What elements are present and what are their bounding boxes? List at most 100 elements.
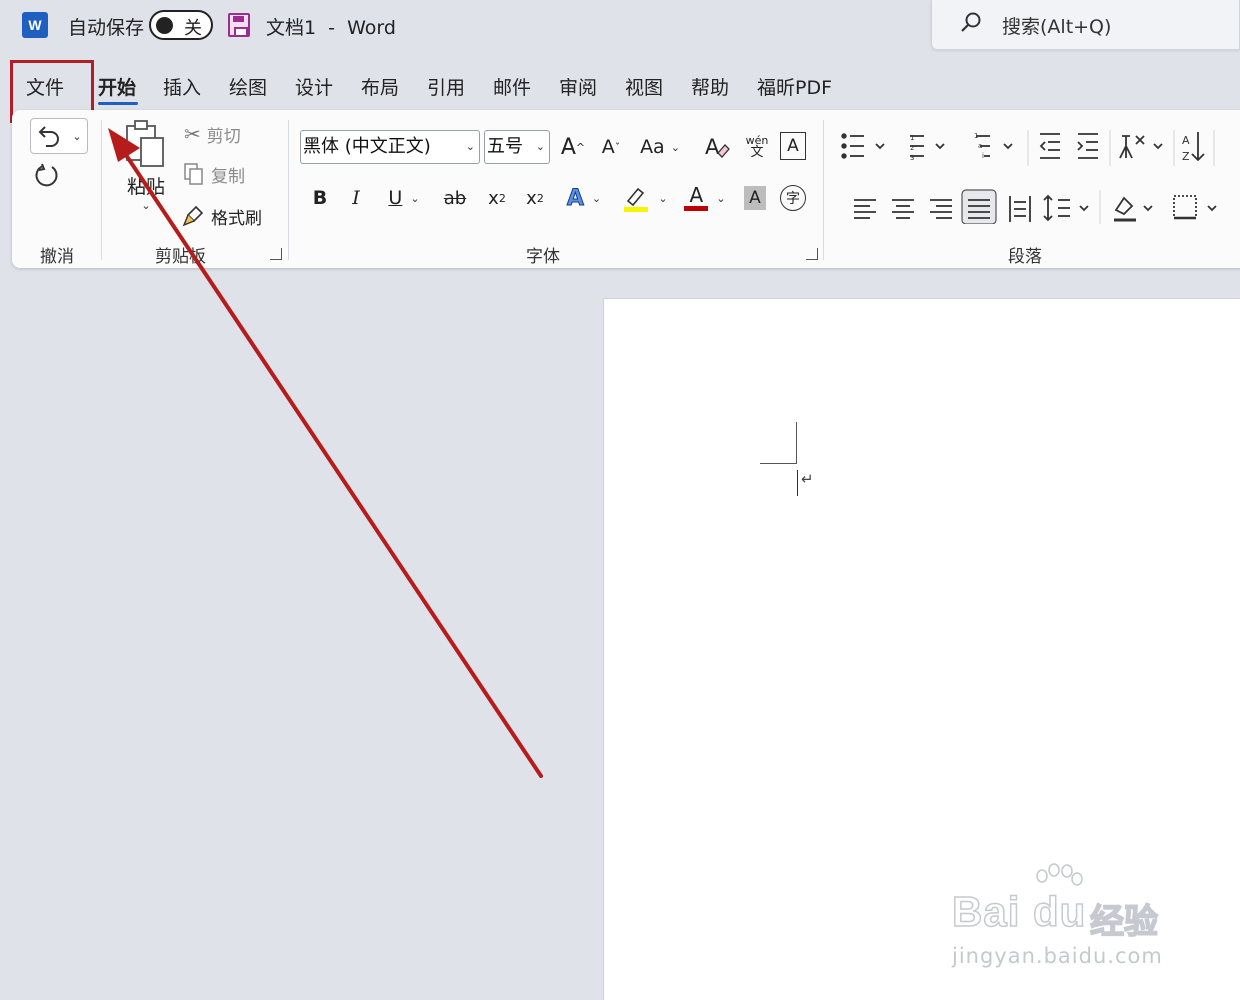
text-effects-icon: A [566, 185, 584, 211]
autosave-state: 关 [184, 18, 202, 39]
sort-icon [1191, 132, 1205, 162]
chevron-down-icon: ⌄ [72, 129, 82, 143]
tab-draw[interactable]: 绘图 [229, 74, 267, 104]
redo-icon [35, 163, 58, 187]
group-divider [288, 120, 289, 260]
search-icon [961, 12, 981, 32]
save-icon[interactable] [228, 13, 250, 37]
word-app-icon: W [22, 12, 48, 38]
numbering-icon [910, 135, 945, 157]
chevron-down-icon: ⌄ [716, 191, 726, 205]
bold-icon: B [312, 187, 328, 209]
group-label-clipboard: 剪贴板 [155, 247, 206, 267]
change-case-icon: Aa [640, 136, 665, 158]
highlighter-icon [624, 187, 649, 212]
ribbon: ⌄ 撤消 粘贴 ⌄ ✂ 剪切 复制 格式刷 剪贴板 黑体 (中文正文) ⌄ 五号… [12, 110, 1240, 268]
font-dialog-launcher-icon[interactable] [806, 248, 818, 260]
clear-formatting-icon: A [705, 135, 730, 159]
tab-home[interactable]: 开始 [98, 74, 136, 104]
align-left-icon [854, 199, 876, 219]
clipboard-dialog-launcher-icon[interactable] [270, 248, 282, 260]
search-box[interactable]: 搜索(Alt+Q) [931, 0, 1240, 50]
svg-text:i: i [982, 152, 984, 160]
chinese-layout-icon [1119, 135, 1163, 159]
underline-icon: U [388, 187, 403, 209]
clear-formatting-button[interactable]: A [700, 130, 734, 164]
character-shading-button[interactable]: A [744, 186, 766, 210]
autosave-toggle[interactable]: 关 [149, 10, 213, 40]
search-placeholder: 搜索(Alt+Q) [1002, 16, 1112, 38]
bullets-icon [841, 133, 885, 159]
copy-icon [184, 163, 203, 185]
chevron-down-icon: ⌄ [465, 140, 475, 153]
paste-button[interactable]: 粘贴 ⌄ [116, 118, 176, 228]
subscript-icon: x [488, 187, 499, 209]
watermark-logo: Bai du [951, 887, 1087, 936]
subscript-button[interactable]: x2 [482, 182, 512, 214]
enclose-characters-button[interactable]: 字 [780, 185, 806, 211]
cut-button[interactable]: ✂ 剪切 [184, 120, 241, 148]
autosave-label: 自动保存 [68, 17, 145, 39]
phonetic-guide-button[interactable]: wén 文 [740, 130, 774, 164]
active-tab-indicator [98, 102, 138, 105]
shrink-font-button[interactable]: Aˇ [594, 130, 628, 164]
tab-references[interactable]: 引用 [427, 74, 465, 104]
group-divider [101, 120, 102, 260]
text-effects-button[interactable]: A ⌄ [560, 182, 608, 214]
svg-text:Z: Z [1182, 150, 1190, 163]
italic-button[interactable]: I [342, 182, 370, 214]
highlight-color-button[interactable]: ⌄ [620, 182, 670, 214]
tab-foxit-pdf[interactable]: 福昕PDF [757, 74, 832, 104]
clipboard-icon [126, 120, 164, 167]
decrease-indent-icon [1039, 133, 1060, 159]
tab-layout[interactable]: 布局 [361, 74, 399, 104]
copy-button[interactable]: 复制 [182, 160, 245, 188]
group-label-paragraph: 段落 [1008, 247, 1042, 267]
superscript-icon: x [526, 187, 537, 209]
chevron-down-icon: ⌄ [658, 191, 668, 205]
cut-label: 剪切 [206, 126, 241, 147]
character-border-icon: A [787, 136, 799, 156]
undo-button[interactable]: ⌄ [30, 118, 88, 154]
toggle-knob [156, 17, 173, 34]
font-name-select[interactable]: 黑体 (中文正文) ⌄ [300, 130, 480, 164]
superscript-button[interactable]: x2 [520, 182, 550, 214]
grow-font-icon: A [560, 134, 576, 160]
scissors-icon: ✂ [184, 122, 201, 146]
strikethrough-button[interactable]: ab [440, 182, 470, 214]
phonetic-guide-char: 文 [750, 145, 764, 160]
margin-corner-mark [796, 422, 797, 464]
font-size-select[interactable]: 五号 ⌄ [484, 130, 550, 164]
font-color-button[interactable]: A ⌄ [680, 182, 730, 214]
redo-button[interactable] [30, 158, 66, 194]
font-color-letter: A [689, 183, 704, 207]
borders-icon [1173, 195, 1217, 220]
character-border-button[interactable]: A [780, 132, 806, 160]
line-spacing-icon [1043, 194, 1089, 222]
shrink-font-icon: A [601, 136, 615, 158]
group-label-undo: 撤消 [40, 247, 74, 267]
change-case-button[interactable]: Aa ⌄ [636, 130, 684, 164]
grow-font-button[interactable]: A ^ [556, 130, 590, 164]
tab-design[interactable]: 设计 [295, 74, 333, 104]
tab-help[interactable]: 帮助 [691, 74, 729, 104]
chevron-down-icon: ⌄ [535, 140, 545, 153]
copy-label: 复制 [211, 166, 245, 187]
tab-insert[interactable]: 插入 [163, 74, 201, 104]
tab-mailings[interactable]: 邮件 [493, 74, 531, 104]
tab-review[interactable]: 审阅 [559, 74, 597, 104]
format-painter-button[interactable]: 格式刷 [182, 202, 262, 230]
tab-file[interactable]: 文件 [26, 74, 64, 104]
increase-indent-icon [1077, 133, 1098, 159]
italic-icon: I [352, 187, 360, 209]
svg-text:1: 1 [910, 134, 914, 142]
underline-button[interactable]: U ⌄ [380, 182, 428, 214]
tab-view[interactable]: 视图 [625, 74, 663, 104]
paragraph-mark-icon: ↵ [801, 470, 814, 488]
watermark-url: jingyan.baidu.com [952, 944, 1163, 968]
document-title: 文档1 - Word [266, 17, 396, 39]
font-size-value: 五号 [487, 136, 523, 157]
undo-icon [38, 126, 60, 147]
svg-text:3: 3 [910, 154, 914, 162]
bold-button[interactable]: B [306, 182, 334, 214]
